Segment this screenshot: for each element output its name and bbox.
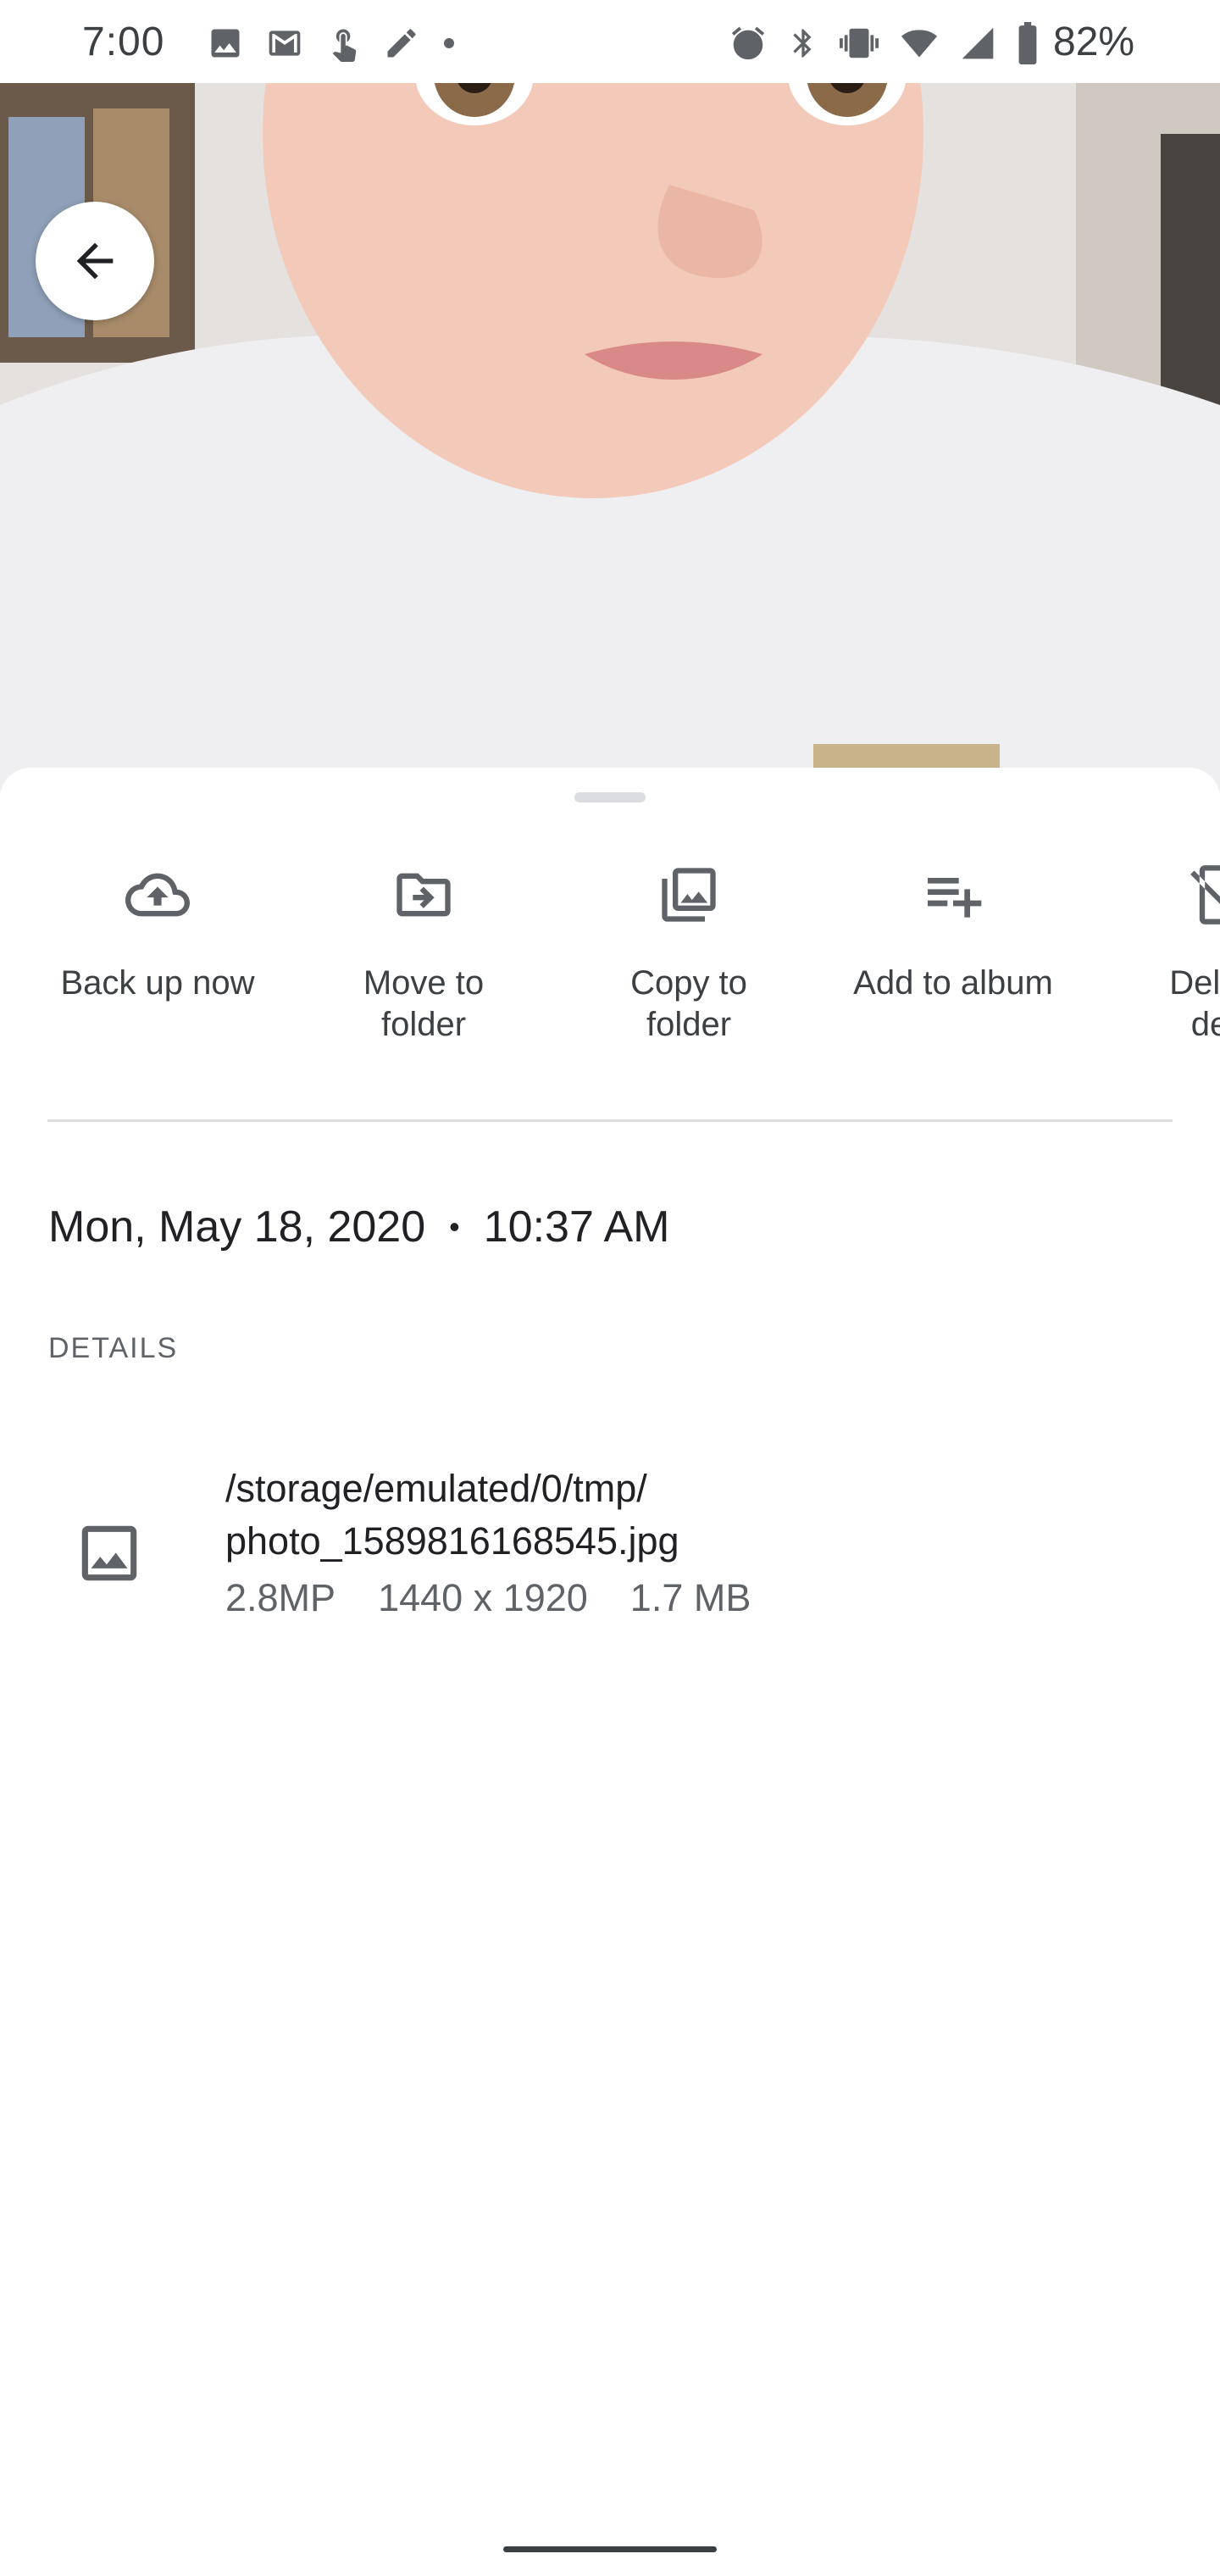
playlist-add-icon: [928, 878, 982, 918]
delete-from-device-button[interactable]: Delete dev: [1087, 852, 1220, 1046]
alarm-icon: [731, 26, 765, 60]
action-label: Add to album: [853, 964, 1053, 1002]
photo-preview[interactable]: [0, 83, 1220, 795]
photo-image: [0, 83, 1220, 795]
details-heading: DETAILS: [48, 1332, 179, 1364]
actions-row: Back up now Move to folder Copy to folde…: [0, 852, 1220, 1056]
photo-datetime: Mon, May 18, 2020 • 10:37 AM: [48, 1202, 669, 1252]
wifi-icon: [901, 30, 938, 58]
file-megapixels: 2.8MP: [225, 1576, 336, 1619]
bluetooth-icon: [793, 29, 812, 58]
status-bar: 7:00 82%: [0, 0, 1220, 83]
action-label: Back up now: [60, 964, 255, 1002]
notification-icons: [207, 22, 458, 64]
move-to-folder-button[interactable]: Move to folder: [292, 852, 555, 1046]
delete-device-icon: [1190, 865, 1220, 924]
action-label: Move to folder: [363, 964, 485, 1043]
cloud-upload-icon: [125, 873, 190, 917]
datetime-separator: •: [449, 1209, 460, 1244]
file-details-row: /storage/emulated/0/tmp/ photo_158981616…: [0, 1463, 1220, 1632]
gmail-icon: [269, 31, 301, 56]
dot-icon: [444, 38, 454, 48]
copy-to-folder-button[interactable]: Copy to folder: [557, 852, 820, 1046]
battery-percent: 82%: [1053, 19, 1135, 64]
divider: [47, 1119, 1173, 1122]
file-dimensions: 1440 x 1920: [378, 1576, 588, 1619]
signal-icon: [962, 27, 994, 59]
action-label: Copy to folder: [630, 964, 747, 1043]
photo-date: Mon, May 18, 2020: [48, 1202, 426, 1252]
home-indicator[interactable]: [503, 2546, 717, 2552]
system-icons: [729, 22, 1040, 64]
file-size: 1.7 MB: [629, 1576, 751, 1619]
file-path: /storage/emulated/0/tmp/ photo_158981616…: [225, 1467, 679, 1563]
image-icon: [81, 1525, 137, 1581]
back-up-now-button[interactable]: Back up now: [26, 852, 289, 1004]
photo-time: 10:37 AM: [483, 1202, 670, 1252]
info-sheet: Back up now Move to folder Copy to folde…: [0, 768, 1220, 2576]
battery-icon: [1018, 22, 1037, 64]
photo-library-icon: [662, 868, 716, 922]
drag-handle[interactable]: [574, 792, 646, 802]
action-label: Delete dev: [1169, 964, 1220, 1043]
pen-icon: [387, 29, 416, 58]
file-meta: 2.8MP 1440 x 1920 1.7 MB: [225, 1576, 751, 1620]
status-time: 7:00: [82, 19, 165, 64]
folder-move-icon: [396, 873, 451, 917]
arrow-back-icon: [76, 242, 114, 280]
image-icon: [211, 29, 240, 58]
back-button[interactable]: [36, 202, 154, 320]
vibrate-icon: [840, 28, 879, 58]
add-to-album-button[interactable]: Add to album: [822, 852, 1084, 1004]
touch-icon: [332, 29, 357, 62]
